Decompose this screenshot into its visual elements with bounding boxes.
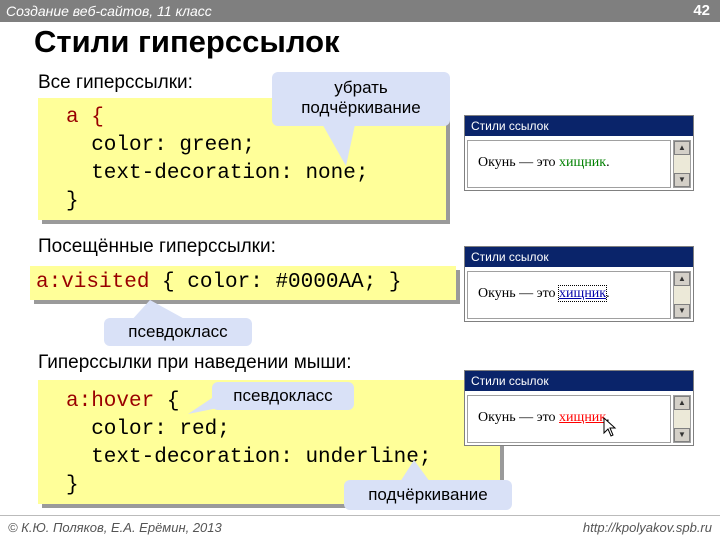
browser-window-visited: Стили ссылок Окунь — это хищник. ▲ ▼ xyxy=(464,246,694,322)
link-visited[interactable]: хищник xyxy=(558,285,608,302)
slide-title: Стили гиперссылок xyxy=(34,24,340,59)
mouse-cursor-icon xyxy=(603,417,617,437)
scrollbar-2[interactable]: ▲ ▼ xyxy=(673,271,691,319)
scroll-down-icon[interactable]: ▼ xyxy=(674,173,690,187)
page-number: 42 xyxy=(693,2,710,19)
code-all-line2: color: green; xyxy=(66,134,256,157)
browser-content-1: Окунь — это хищник. xyxy=(467,140,671,188)
callout-pointer-4 xyxy=(400,460,430,482)
code-hover-line3: text-decoration: underline; xyxy=(66,446,432,469)
browser-window-normal: Стили ссылок Окунь — это хищник. ▲ ▼ xyxy=(464,115,694,191)
header-title: Создание веб-сайтов, 11 класс xyxy=(6,3,212,19)
browser-content-2: Окунь — это хищник. xyxy=(467,271,671,319)
code-all-line1: a { xyxy=(66,106,104,129)
heading-hover-links: Гиперссылки при наведении мыши: xyxy=(38,352,352,373)
code-hover-line2: color: red; xyxy=(66,418,230,441)
scroll-up-icon[interactable]: ▲ xyxy=(674,141,690,155)
callout-underline: подчёркивание xyxy=(344,480,512,510)
browser-window-hover: Стили ссылок Окунь — это хищник. ▲ ▼ xyxy=(464,370,694,446)
callout-pointer-1 xyxy=(320,120,356,166)
scrollbar-3[interactable]: ▲ ▼ xyxy=(673,395,691,443)
code-all-line4: } xyxy=(66,190,79,213)
callout-pointer-3 xyxy=(188,394,218,414)
scroll-up-icon[interactable]: ▲ xyxy=(674,396,690,410)
callout-pseudoclass-hover: псевдокласс xyxy=(212,382,354,410)
code-hover-line1: a:hover { xyxy=(66,390,180,413)
code-visited: a:visited { color: #0000AA; } xyxy=(36,271,402,294)
heading-all-links: Все гиперссылки: xyxy=(38,72,193,93)
scroll-down-icon[interactable]: ▼ xyxy=(674,428,690,442)
footer-copyright: © К.Ю. Поляков, Е.А. Ерёмин, 2013 xyxy=(8,520,222,535)
link-hover[interactable]: хищник xyxy=(559,410,606,425)
link-unvisited[interactable]: хищник xyxy=(559,155,606,170)
header-bar: Создание веб-сайтов, 11 класс 42 xyxy=(0,0,720,22)
footer-url[interactable]: http://kpolyakov.spb.ru xyxy=(583,520,712,535)
browser-title-2: Стили ссылок xyxy=(465,247,693,267)
callout-remove-underline: убрать подчёркивание xyxy=(272,72,450,126)
browser-title-1: Стили ссылок xyxy=(465,116,693,136)
callout-pseudoclass-visited: псевдокласс xyxy=(104,318,252,346)
scroll-up-icon[interactable]: ▲ xyxy=(674,272,690,286)
code-hover-line4: } xyxy=(66,474,79,497)
browser-title-3: Стили ссылок xyxy=(465,371,693,391)
heading-visited-links: Посещённые гиперссылки: xyxy=(38,236,276,257)
scroll-down-icon[interactable]: ▼ xyxy=(674,304,690,318)
browser-content-3: Окунь — это хищник. xyxy=(467,395,671,443)
footer-divider xyxy=(0,515,720,516)
scrollbar-1[interactable]: ▲ ▼ xyxy=(673,140,691,188)
